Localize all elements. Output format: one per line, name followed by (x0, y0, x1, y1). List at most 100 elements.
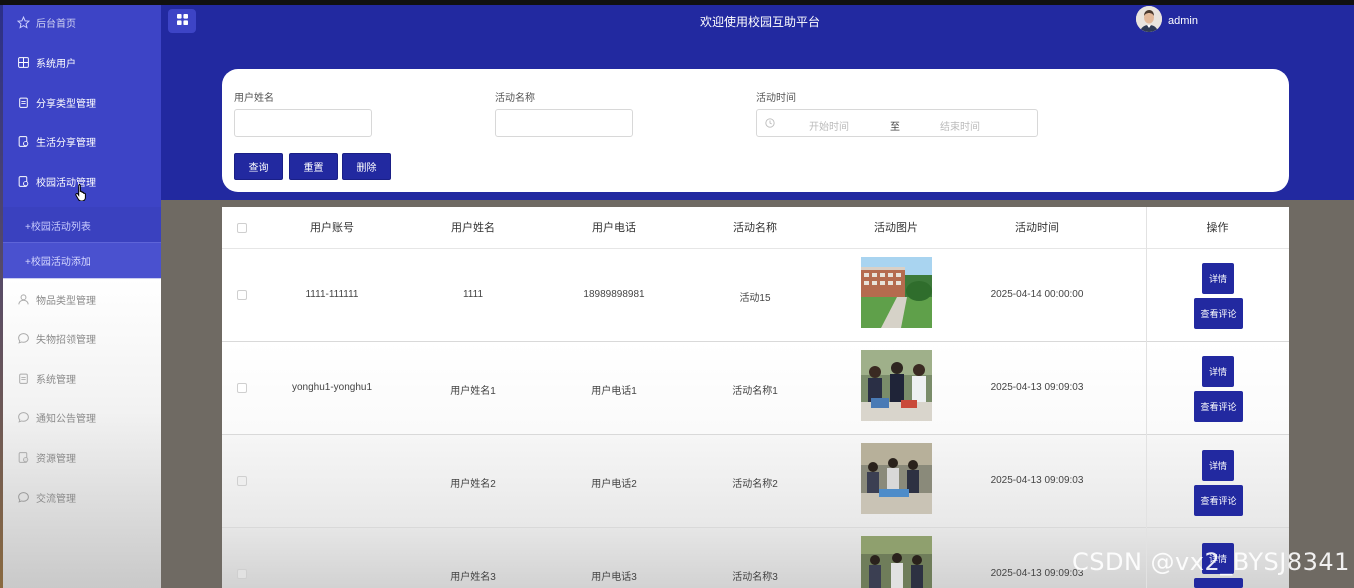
sidebar-item-label: 系统管理 (36, 374, 76, 386)
cell-phone: 18989898981 (583, 289, 645, 300)
select-all-checkbox[interactable] (237, 223, 247, 233)
activity-image[interactable] (861, 350, 932, 421)
cell-activity: 活动名称1 (732, 386, 778, 397)
detail-button[interactable]: 详情 (1202, 356, 1234, 387)
cell-time: 2025-04-13 09:09:03 (990, 475, 1084, 486)
sidebar-item-label: 失物招领管理 (36, 334, 96, 346)
sidebar-subitem-label: +校园活动添加 (25, 257, 91, 268)
activity-image[interactable] (861, 257, 932, 328)
column-header[interactable]: 用户账号 (262, 207, 402, 249)
sidebar-item-item-types[interactable]: 物品类型管理 (3, 279, 161, 319)
username-label: 用户姓名 (234, 93, 274, 104)
avatar[interactable] (1136, 6, 1162, 32)
column-header[interactable]: 活动图片 (826, 207, 966, 249)
table-row[interactable]: 1111-111111 1111 18989898981 活动15 2025-0… (222, 249, 1289, 342)
clock-icon (765, 118, 775, 131)
table-row[interactable]: 用户姓名2 用户电话2 活动名称2 2025-04-13 09:09:03 (222, 435, 1289, 528)
sidebar-item-system[interactable]: 系统管理 (3, 358, 161, 398)
sidebar-item-label: 通知公告管理 (36, 413, 96, 425)
username[interactable]: admin (1168, 15, 1198, 27)
sidebar-item-label: 生活分享管理 (36, 137, 96, 149)
star-icon (16, 15, 30, 29)
clipboard-icon (16, 95, 30, 109)
chat-icon (16, 410, 30, 424)
range-separator: 至 (890, 122, 900, 133)
doc-gear-icon (16, 174, 30, 188)
row-checkbox[interactable] (237, 290, 247, 300)
sidebar-subitem-label: +校园活动列表 (25, 221, 91, 233)
cell-activity: 活动名称3 (732, 572, 778, 583)
doc-gear-icon (16, 134, 30, 148)
table-row[interactable]: yonghu1-yonghu1 用户姓名1 用户电话1 活动名称1 2025-0… (222, 342, 1289, 435)
sidebar-item-campus-activity[interactable]: 校园活动管理 (3, 161, 161, 204)
column-header[interactable]: 活动名称 (685, 207, 825, 249)
cell-activity: 活动15 (739, 293, 771, 304)
delete-button[interactable]: 删除 (342, 153, 391, 180)
activity-time-range[interactable]: 开始时间 至 结束时间 (756, 109, 1038, 137)
view-comments-button[interactable]: 查看评论 (1194, 298, 1243, 329)
sidebar-item-resources[interactable]: 资源管理 (3, 437, 161, 477)
apps-grid-icon (176, 14, 188, 28)
activity-name-input[interactable] (495, 109, 633, 137)
search-panel: 用户姓名 活动名称 活动时间 开始时间 至 结束时间 查询 重置 删除 (222, 69, 1289, 192)
activity-image[interactable] (861, 536, 932, 588)
table-header: 用户账号 用户姓名 用户电话 活动名称 活动图片 活动时间 操作 (222, 207, 1289, 249)
operations-column: 详情 查看评论 详情 查看评论 详情 查看评论 详情 (1146, 207, 1289, 588)
sidebar-item-notice[interactable]: 通知公告管理 (3, 397, 161, 437)
cell-name: 1111 (462, 289, 484, 300)
chat-icon (16, 490, 30, 504)
menu-toggle-button[interactable] (168, 9, 196, 33)
query-button[interactable]: 查询 (234, 153, 283, 180)
row-checkbox[interactable] (237, 383, 247, 393)
sidebar-item-label: 分享类型管理 (36, 98, 96, 110)
doc-gear-icon (16, 450, 30, 464)
activity-name-label: 活动名称 (495, 93, 535, 104)
cell-phone: 用户电话2 (591, 479, 637, 490)
column-header[interactable]: 用户电话 (544, 207, 684, 249)
detail-button[interactable]: 详情 (1202, 263, 1234, 294)
view-comments-button[interactable]: 查看评论 (1194, 485, 1243, 516)
sidebar-item-label: 后台首页 (36, 18, 76, 30)
username-input[interactable] (234, 109, 372, 137)
end-time-input[interactable]: 结束时间 (940, 118, 980, 133)
chat-icon (16, 331, 30, 345)
detail-button[interactable]: 详情 (1202, 450, 1234, 481)
row-checkbox[interactable] (237, 476, 247, 486)
cell-name: 用户姓名3 (450, 572, 496, 583)
column-header[interactable]: 用户姓名 (403, 207, 543, 249)
sidebar-item-lost-found[interactable]: 失物招领管理 (3, 318, 161, 358)
reset-button[interactable]: 重置 (289, 153, 338, 180)
activity-table: 用户账号 用户姓名 用户电话 活动名称 活动图片 活动时间 操作 1111-11… (222, 207, 1289, 588)
sidebar-subitem-activity-add[interactable]: +校园活动添加 (3, 242, 161, 278)
cell-account: 1111-111111 (305, 289, 359, 300)
sidebar-item-home[interactable]: 后台首页 (3, 2, 161, 42)
cell-time: 2025-04-14 00:00:00 (990, 289, 1084, 300)
user-icon (16, 292, 30, 306)
cell-name: 用户姓名2 (450, 479, 496, 490)
cell-phone: 用户电话3 (591, 572, 637, 583)
sidebar-item-label: 物品类型管理 (36, 295, 96, 307)
sidebar-subitem-activity-list[interactable]: +校园活动列表 (3, 207, 161, 243)
sidebar-item-life-share[interactable]: 生活分享管理 (3, 121, 161, 161)
view-comments-button[interactable] (1194, 578, 1243, 588)
top-border (0, 0, 1354, 5)
cell-activity: 活动名称2 (732, 479, 778, 490)
cell-time: 2025-04-13 09:09:03 (990, 382, 1084, 393)
cell-name: 用户姓名1 (450, 386, 496, 397)
cursor-hand-icon (75, 183, 89, 204)
sidebar-item-system-users[interactable]: 系统用户 (3, 42, 161, 82)
start-time-input[interactable]: 开始时间 (809, 118, 849, 133)
watermark: CSDN @vx2_BYSJ8341 (1072, 548, 1350, 576)
view-comments-button[interactable]: 查看评论 (1194, 391, 1243, 422)
sidebar-item-exchange[interactable]: 交流管理 (3, 477, 161, 517)
activity-image[interactable] (861, 443, 932, 514)
clipboard-icon (16, 371, 30, 385)
activity-time-label: 活动时间 (756, 93, 796, 104)
grid-icon (16, 55, 30, 69)
row-checkbox[interactable] (237, 569, 247, 579)
column-header[interactable]: 活动时间 (967, 207, 1107, 249)
sidebar-item-label: 资源管理 (36, 453, 76, 465)
cell-phone: 用户电话1 (591, 386, 637, 397)
sidebar-item-share-types[interactable]: 分享类型管理 (3, 82, 161, 122)
page-title: 欢迎使用校园互助平台 (699, 15, 820, 29)
